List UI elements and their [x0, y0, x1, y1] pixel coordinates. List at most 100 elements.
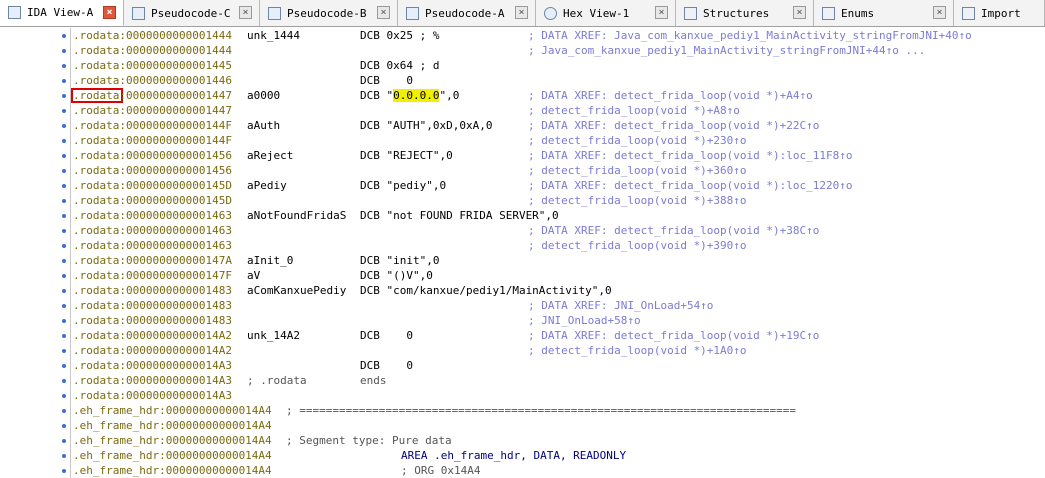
line-label[interactable]: aComKanxuePediy	[247, 283, 346, 298]
line-label[interactable]: aPediy	[247, 178, 287, 193]
line-address: .rodata:00000000000014A3	[73, 374, 232, 387]
line-operand[interactable]: DCB "()V",0	[360, 268, 433, 283]
line-address: .rodata:0000000000001463	[73, 224, 232, 237]
line-comment: ; DATA XREF: Java_com_kanxue_pediy1_Main…	[528, 29, 972, 42]
line-label[interactable]: aNotFoundFridaS	[247, 208, 346, 223]
line-comment: ; detect_frida_loop(void *)+390↑o	[528, 239, 747, 252]
line-operand[interactable]: ends	[360, 373, 387, 388]
line-label[interactable]: aV	[247, 268, 260, 283]
listing-line[interactable]: .rodata:000000000000144F aAuth DCB "AUTH",…	[73, 118, 1043, 133]
tab-pseudocode-c[interactable]: Pseudocode-C ×	[124, 0, 260, 26]
line-operand[interactable]: DCB "REJECT",0	[360, 148, 453, 163]
line-operand[interactable]: DCB "com/kanxue/pediy1/MainActivity",0	[360, 283, 612, 298]
listing-line[interactable]: .rodata:000000000000145D aPediy DCB "pediy…	[73, 178, 1043, 193]
listing-line[interactable]: .rodata:0000000000001444 unk_1444 DCB 0x25…	[73, 28, 1043, 43]
listing-line[interactable]: .eh_frame_hdr:00000000000014A4 ; ========…	[73, 403, 1043, 418]
row-bullet-icon	[62, 214, 66, 218]
line-label[interactable]: aAuth	[247, 118, 280, 133]
listing-line[interactable]: .eh_frame_hdr:00000000000014A4	[73, 418, 1043, 433]
listing-line[interactable]: .rodata:0000000000001483 aComKanxuePediy D…	[73, 283, 1043, 298]
tab-label: Pseudocode-A	[425, 6, 505, 20]
line-label[interactable]: ; .rodata	[247, 373, 307, 388]
listing-line[interactable]: .rodata:0000000000001447 a0000 DCB "0.0.0.…	[73, 88, 1043, 103]
line-operand[interactable]: DCB 0	[360, 73, 413, 88]
line-address: .eh_frame_hdr:00000000000014A4	[73, 464, 272, 477]
tab-ida-view-a[interactable]: IDA View-A ×	[0, 0, 124, 26]
listing-line[interactable]: .rodata:000000000000147F aV DCB "()V",0	[73, 268, 1043, 283]
hex-view-icon	[544, 6, 557, 20]
line-address: .rodata:000000000000147F	[73, 269, 232, 282]
tab-pseudocode-a[interactable]: Pseudocode-A ×	[398, 0, 536, 26]
row-bullet-icon	[62, 94, 66, 98]
listing-line[interactable]: .rodata:0000000000001445 DCB 0x64 ; d	[73, 58, 1043, 73]
listing-line[interactable]: .rodata:0000000000001483 ; JNI_OnLoad+58↑…	[73, 313, 1043, 328]
row-bullet-icon	[62, 304, 66, 308]
line-address: .eh_frame_hdr:00000000000014A4	[73, 434, 272, 447]
listing-line[interactable]: .rodata:00000000000014A2 ; detect_frida_l…	[73, 343, 1043, 358]
line-operand[interactable]: DCB "init",0	[360, 253, 439, 268]
line-operand[interactable]: DCB 0	[360, 358, 413, 373]
listing-line[interactable]: .eh_frame_hdr:00000000000014A4 ; Segment …	[73, 433, 1043, 448]
search-highlight: 0.0.0.0	[393, 89, 440, 102]
listing-line[interactable]: .rodata:0000000000001446 DCB 0	[73, 73, 1043, 88]
line-address: .rodata:00000000000014A2	[73, 329, 232, 342]
line-operand[interactable]: DCB "AUTH",0xD,0xA,0	[360, 118, 492, 133]
line-comment: ; DATA XREF: detect_frida_loop(void *)+1…	[528, 329, 820, 342]
close-icon[interactable]: ×	[515, 6, 528, 19]
line-comment: ; DATA XREF: detect_frida_loop(void *)+A…	[528, 89, 813, 102]
row-bullet-icon	[62, 154, 66, 158]
listing-line[interactable]: .rodata:00000000000014A3 DCB 0	[73, 358, 1043, 373]
line-operand[interactable]: DCB 0	[360, 328, 413, 343]
listing-line[interactable]: .rodata:0000000000001463 aNotFoundFridaS D…	[73, 208, 1043, 223]
line-label[interactable]: a0000	[247, 88, 280, 103]
line-address: .rodata:000000000000147A	[73, 254, 232, 267]
close-icon[interactable]: ×	[239, 6, 252, 19]
close-icon[interactable]: ×	[793, 6, 806, 19]
tab-hex-view-1[interactable]: Hex View-1 ×	[536, 0, 676, 26]
tab-imports[interactable]: Import	[954, 0, 1045, 26]
listing-line[interactable]: .rodata:0000000000001456 aReject DCB "REJE…	[73, 148, 1043, 163]
listing-line[interactable]: .rodata:0000000000001483 ; DATA XREF: JNI…	[73, 298, 1043, 313]
line-operand[interactable]: DCB 0x64 ; d	[360, 58, 439, 73]
listing-line[interactable]: .eh_frame_hdr:00000000000014A4 ; ORG 0x14…	[73, 463, 1043, 478]
tab-enums[interactable]: Enums ×	[814, 0, 954, 26]
tab-label: Hex View-1	[563, 6, 630, 20]
close-icon[interactable]: ×	[103, 6, 116, 19]
disassembly-listing[interactable]: .rodata:0000000000001444 unk_1444 DCB 0x25…	[0, 28, 1045, 478]
line-address: .rodata:0000000000001447	[73, 104, 232, 117]
close-icon[interactable]: ×	[933, 6, 946, 19]
listing-line[interactable]: .rodata:000000000000145D ; detect_frida_l…	[73, 193, 1043, 208]
tab-label: Pseudocode-B	[287, 6, 367, 20]
close-icon[interactable]: ×	[377, 6, 390, 19]
tab-pseudocode-b[interactable]: Pseudocode-B ×	[260, 0, 398, 26]
listing-line[interactable]: .rodata:0000000000001447 ; detect_frida_l…	[73, 103, 1043, 118]
line-operand[interactable]: DCB "not FOUND FRIDA SERVER",0	[360, 208, 559, 223]
tab-structures[interactable]: Structures ×	[676, 0, 814, 26]
line-label[interactable]: aReject	[247, 148, 293, 163]
listing-line[interactable]: .rodata:00000000000014A3 ; .rodata ends	[73, 373, 1043, 388]
listing-line[interactable]: .rodata:00000000000014A3	[73, 388, 1043, 403]
close-icon[interactable]: ×	[655, 6, 668, 19]
line-operand[interactable]: DCB 0x25 ; %	[360, 28, 439, 43]
listing-line[interactable]: .rodata:0000000000001463 ; detect_frida_l…	[73, 238, 1043, 253]
row-bullet-icon	[62, 34, 66, 38]
line-comment: ; DATA XREF: detect_frida_loop(void *):l…	[528, 149, 853, 162]
line-label[interactable]: aInit_0	[247, 253, 293, 268]
line-address: .rodata:000000000000145D	[73, 179, 232, 192]
row-bullet-icon	[62, 349, 66, 353]
line-label[interactable]: unk_14A2	[247, 328, 300, 343]
listing-line[interactable]: .eh_frame_hdr:00000000000014A4 AREA .eh_f…	[73, 448, 1043, 463]
listing-line[interactable]: .rodata:0000000000001456 ; detect_frida_l…	[73, 163, 1043, 178]
line-operand[interactable]: DCB "0.0.0.0",0	[360, 88, 459, 103]
listing-line[interactable]: .rodata:000000000000144F ; detect_frida_l…	[73, 133, 1043, 148]
line-comment: ; JNI_OnLoad+58↑o	[528, 314, 641, 327]
listing-line[interactable]: .rodata:0000000000001444 ; Java_com_kanxu…	[73, 43, 1043, 58]
listing-line[interactable]: .rodata:0000000000001463 ; DATA XREF: det…	[73, 223, 1043, 238]
listing-line[interactable]: .rodata:000000000000147A aInit_0 DCB "init…	[73, 253, 1043, 268]
listing-line[interactable]: .rodata:00000000000014A2 unk_14A2 DCB 0 ; D…	[73, 328, 1043, 343]
line-address: .rodata:0000000000001445	[73, 59, 232, 72]
line-label[interactable]: unk_1444	[247, 28, 300, 43]
pseudocode-icon	[268, 6, 281, 20]
ida-view-icon	[8, 6, 21, 19]
line-operand[interactable]: DCB "pediy",0	[360, 178, 446, 193]
